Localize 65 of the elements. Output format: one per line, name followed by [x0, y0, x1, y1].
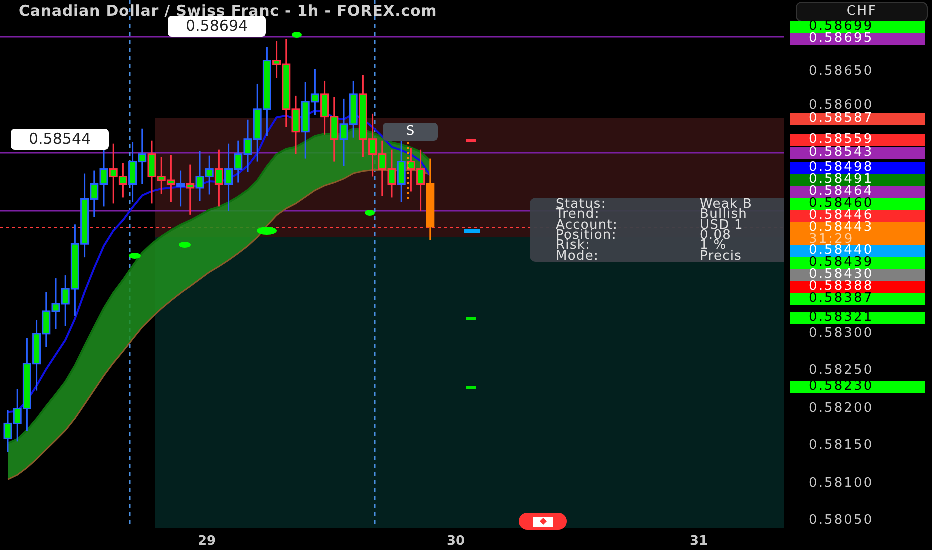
candle [340, 98, 348, 166]
time-label: 30 [447, 533, 466, 550]
candle [378, 140, 387, 196]
price-tick: 0.58050 [809, 515, 874, 527]
dot-marker [129, 253, 141, 259]
price-badge: 0.58491 [790, 174, 925, 186]
info-value: Bullish [700, 210, 748, 221]
marker-dash [464, 229, 480, 233]
price-tick: 0.58600 [809, 100, 874, 112]
dot-marker [257, 227, 277, 235]
candle [52, 278, 60, 330]
candle [368, 114, 378, 177]
price-badge: 0.58460 [790, 198, 925, 210]
time-label: 31 [690, 533, 708, 550]
candle [32, 320, 42, 391]
info-label: Trend: [556, 210, 600, 221]
price-badge: 0.58699 [790, 21, 925, 33]
price-badge: 0.58464 [790, 186, 925, 198]
flag-icon [519, 513, 567, 530]
candle [100, 150, 108, 207]
candle [330, 97, 339, 162]
info-value: 1 % [700, 241, 727, 252]
price-tick: 0.58100 [809, 478, 874, 490]
candle [416, 150, 426, 212]
price-badge: 0.58387 [790, 293, 925, 305]
candle [320, 80, 330, 135]
price-badge: 0.58440 [790, 245, 925, 257]
dot-marker [365, 210, 375, 216]
price-callout: 0.58544 [11, 129, 110, 150]
candle [186, 164, 195, 215]
signal-connector-line [407, 142, 409, 200]
candle [176, 170, 186, 207]
price-tick: 0.58300 [809, 328, 874, 340]
candle [388, 150, 396, 198]
price-badge: 0.58446 [790, 210, 925, 222]
signal-marker: S [383, 123, 438, 141]
price-badge: 0.58439 [790, 257, 925, 269]
candle [42, 292, 51, 348]
price-tick: 0.58250 [809, 365, 874, 377]
candle [166, 155, 176, 202]
dot-marker [292, 32, 302, 38]
price-callout: 0.58694 [168, 16, 266, 37]
price-badge: 0.58430 [790, 269, 925, 281]
marker-dash [466, 139, 476, 142]
price-badge: 0.58695 [790, 33, 925, 45]
price-tick: 0.58200 [809, 403, 874, 415]
info-label: Mode: [556, 252, 600, 262]
info-value: Precis [700, 252, 744, 262]
time-label: 29 [198, 533, 216, 550]
candle [138, 128, 147, 184]
price-badge: 0.58498 [790, 162, 925, 174]
info-label: Account: [556, 220, 620, 231]
price-badge: 0.58543 [790, 147, 925, 159]
marker-dash [466, 317, 476, 320]
currency-label: CHF [796, 2, 928, 22]
dot-marker [179, 242, 191, 248]
price-tick: 0.58650 [809, 66, 874, 78]
price-badge: 0.58388 [790, 281, 925, 293]
candle [196, 151, 204, 202]
price-badge: 0.58559 [790, 134, 925, 146]
info-value: USD 1 [700, 220, 744, 231]
price-tick: 0.58150 [809, 440, 874, 452]
price-badge: 0.58587 [790, 113, 925, 125]
candle [4, 410, 12, 452]
marker-dash [466, 386, 476, 389]
